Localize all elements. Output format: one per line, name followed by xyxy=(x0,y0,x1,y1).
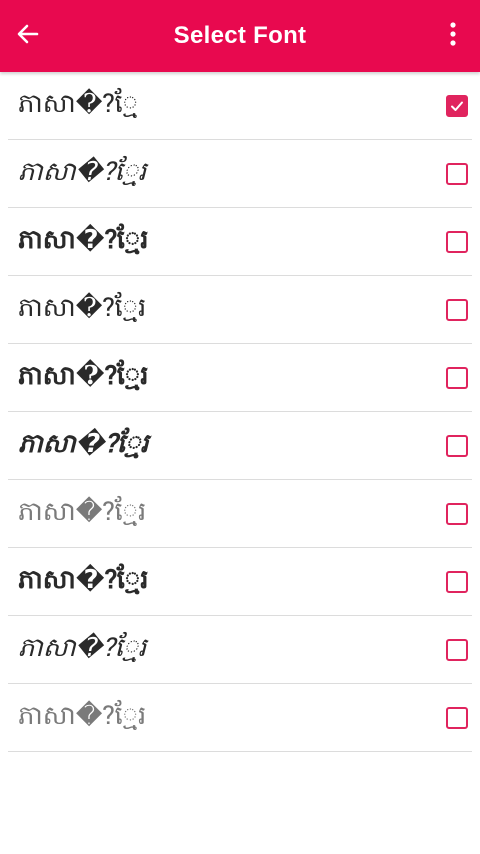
font-checkbox[interactable] xyxy=(446,230,468,253)
font-checkbox[interactable] xyxy=(446,706,468,729)
font-option-row[interactable]: ភាសា�?្មែរ xyxy=(8,276,472,344)
font-sample-label: ភាសា�?្មែរ xyxy=(18,632,147,663)
font-list: ភាសា�?ែ្ម ភាសា�?្មែរ ភាសា�?្មែរ ភាសា�?្ម… xyxy=(0,72,480,752)
checkmark-icon xyxy=(451,101,463,111)
font-option-row[interactable]: ភាសា�?្មែរ xyxy=(8,208,472,276)
font-option-row[interactable]: ភាសា�?្មែរ xyxy=(8,140,472,208)
font-checkbox[interactable] xyxy=(446,434,468,457)
font-option-row[interactable]: ភាសា�?្មែរ xyxy=(8,412,472,480)
font-sample-label: ភាសា�?្មែរ xyxy=(18,156,147,187)
font-checkbox[interactable] xyxy=(446,298,468,321)
font-sample-label: ភាសា�?្មែរ xyxy=(18,428,149,459)
font-checkbox[interactable] xyxy=(446,94,468,117)
font-sample-label: ភាសា�?្មែរ xyxy=(18,496,147,527)
font-checkbox[interactable] xyxy=(446,570,468,593)
font-checkbox[interactable] xyxy=(446,162,468,185)
overflow-menu-button[interactable] xyxy=(438,14,468,58)
app-bar: Select Font xyxy=(0,0,480,72)
more-vertical-icon xyxy=(449,21,457,51)
font-sample-label: ភាសា�?ែ្ម xyxy=(18,88,139,119)
back-button[interactable] xyxy=(10,14,46,58)
font-sample-label: ភាសា�?្មែរ xyxy=(18,360,149,391)
font-sample-label: ភាសា�?្មែរ xyxy=(18,564,149,595)
page-title: Select Font xyxy=(173,22,307,49)
font-checkbox[interactable] xyxy=(446,502,468,525)
font-option-row[interactable]: ភាសា�?្មែរ xyxy=(8,616,472,684)
font-sample-label: ភាសា�?្មែរ xyxy=(18,292,147,323)
font-sample-label: ភាសា�?្មែរ xyxy=(18,700,147,731)
font-checkbox[interactable] xyxy=(446,366,468,389)
font-option-row[interactable]: ភាសា�?្មែរ xyxy=(8,684,472,752)
font-option-row[interactable]: ភាសា�?្មែរ xyxy=(8,344,472,412)
arrow-left-icon xyxy=(15,21,41,51)
font-checkbox[interactable] xyxy=(446,638,468,661)
font-option-row[interactable]: ភាសា�?្មែរ xyxy=(8,480,472,548)
font-sample-label: ភាសា�?្មែរ xyxy=(18,224,149,255)
font-option-row[interactable]: ភាសា�?្មែរ xyxy=(8,548,472,616)
font-option-row[interactable]: ភាសា�?ែ្ម xyxy=(8,72,472,140)
